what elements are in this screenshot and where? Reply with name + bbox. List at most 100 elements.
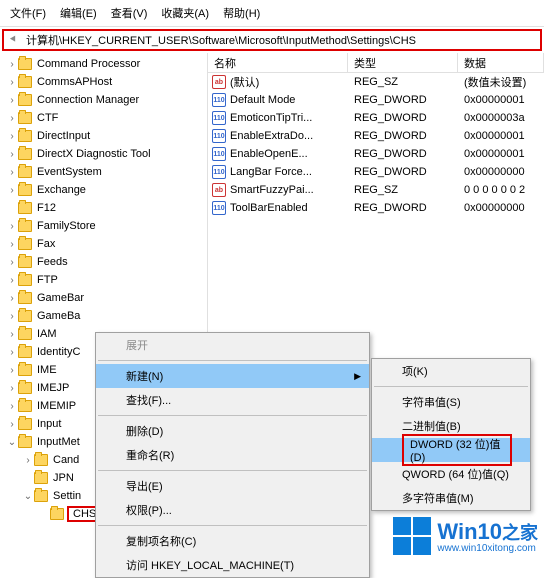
value-data: 0x0000003a [458, 112, 544, 124]
menu-view[interactable]: 查看(V) [106, 3, 153, 23]
tree-label: IAM [35, 328, 59, 340]
value-type: REG_SZ [348, 184, 458, 196]
new-submenu[interactable]: 项(K) 字符串值(S) 二进制值(B) DWORD (32 位)值(D) QW… [371, 358, 531, 511]
tree-item[interactable]: .F12 [0, 199, 207, 217]
tree-item[interactable]: › EventSystem [0, 163, 207, 181]
expand-icon[interactable]: › [6, 167, 18, 178]
list-item[interactable]: 110EnableOpenE...REG_DWORD0x00000001 [208, 145, 544, 163]
value-type: REG_DWORD [348, 94, 458, 106]
ctx-delete[interactable]: 删除(D) [96, 419, 369, 443]
address-bar[interactable]: ⯇ 计算机\HKEY_CURRENT_USER\Software\Microso… [2, 29, 542, 51]
tree-label: Settin [51, 490, 83, 502]
ctx-find[interactable]: 查找(F)... [96, 388, 369, 412]
expand-icon[interactable]: › [6, 131, 18, 142]
value-name: EnableOpenE... [230, 148, 308, 160]
folder-icon [34, 490, 48, 502]
tree-item[interactable]: › FTP [0, 271, 207, 289]
expand-icon[interactable]: › [6, 275, 18, 286]
expand-icon[interactable]: › [6, 113, 18, 124]
expand-icon[interactable]: › [6, 347, 18, 358]
menu-favorites[interactable]: 收藏夹(A) [156, 3, 214, 23]
folder-icon [34, 472, 48, 484]
tree-item[interactable]: ›DirectX Diagnostic Tool [0, 145, 207, 163]
new-dword-value[interactable]: DWORD (32 位)值(D) [372, 438, 530, 462]
expand-icon[interactable]: › [6, 311, 18, 322]
ctx-new[interactable]: 新建(N)▶ [96, 364, 369, 388]
folder-icon [18, 220, 32, 232]
tree-item[interactable]: › Connection Manager [0, 91, 207, 109]
expand-icon[interactable]: › [6, 77, 18, 88]
tree-item[interactable]: ›Exchange [0, 181, 207, 199]
tree-item[interactable]: ›FamilyStore [0, 217, 207, 235]
list-item[interactable]: 110ToolBarEnabledREG_DWORD0x00000000 [208, 199, 544, 217]
ctx-copy-key-name[interactable]: 复制项名称(C) [96, 529, 369, 553]
ctx-rename[interactable]: 重命名(R) [96, 443, 369, 467]
submenu-arrow-icon: ▶ [354, 371, 361, 382]
reg-dword-icon: 110 [212, 165, 226, 179]
column-data[interactable]: 数据 [458, 53, 544, 73]
tree-item[interactable]: ›CTF [0, 109, 207, 127]
expand-icon[interactable]: › [6, 329, 18, 340]
tree-item[interactable]: ›DirectInput [0, 127, 207, 145]
tree-item[interactable]: › CommsAPHost [0, 73, 207, 91]
list-item[interactable]: 110EmoticonTipTri...REG_DWORD0x0000003a [208, 109, 544, 127]
menu-edit[interactable]: 编辑(E) [55, 3, 102, 23]
expand-icon[interactable]: › [6, 383, 18, 394]
tree-label: Connection Manager [35, 94, 141, 106]
expand-icon[interactable]: › [6, 59, 18, 70]
ctx-permissions[interactable]: 权限(P)... [96, 498, 369, 522]
value-data: 0x00000000 [458, 202, 544, 214]
new-string-value[interactable]: 字符串值(S) [372, 390, 530, 414]
tree-item[interactable]: ›Feeds [0, 253, 207, 271]
expand-icon[interactable]: › [6, 419, 18, 430]
tree-item[interactable]: ›GameBar [0, 289, 207, 307]
expand-icon[interactable]: › [6, 221, 18, 232]
list-item[interactable]: 110LangBar Force...REG_DWORD0x00000000 [208, 163, 544, 181]
value-data: 0x00000001 [458, 130, 544, 142]
tree-label: IMEMIP [35, 400, 78, 412]
list-item[interactable]: abSmartFuzzyPai...REG_SZ0 0 0 0 0 0 2 [208, 181, 544, 199]
value-type: REG_DWORD [348, 166, 458, 178]
expand-icon[interactable]: › [6, 95, 18, 106]
new-multi-string-value[interactable]: 多字符串值(M) [372, 486, 530, 510]
expand-icon[interactable]: › [6, 257, 18, 268]
expand-icon[interactable]: ⌄ [22, 491, 34, 502]
tree-label: InputMet [35, 436, 82, 448]
value-name: ToolBarEnabled [230, 202, 308, 214]
tree-label: Command Processor [35, 58, 142, 70]
list-item[interactable]: ab(默认)REG_SZ(数值未设置) [208, 73, 544, 91]
expand-icon[interactable]: › [6, 401, 18, 412]
menu-file[interactable]: 文件(F) [5, 3, 51, 23]
expand-icon[interactable]: › [6, 293, 18, 304]
folder-icon [34, 454, 48, 466]
tree-label: FTP [35, 274, 60, 286]
column-name[interactable]: 名称 [208, 53, 348, 73]
ctx-goto-hklm[interactable]: 访问 HKEY_LOCAL_MACHINE(T) [96, 553, 369, 577]
tree-label: IME [35, 364, 59, 376]
value-data: 0x00000000 [458, 166, 544, 178]
menu-help[interactable]: 帮助(H) [218, 3, 265, 23]
expand-icon[interactable]: › [6, 365, 18, 376]
context-menu[interactable]: 展开 新建(N)▶ 查找(F)... 删除(D) 重命名(R) 导出(E) 权限… [95, 332, 370, 578]
expand-icon[interactable]: › [22, 455, 34, 466]
expand-icon[interactable]: › [6, 185, 18, 196]
new-key[interactable]: 项(K) [372, 359, 530, 383]
list-header[interactable]: 名称 类型 数据 [208, 53, 544, 73]
expand-icon[interactable]: › [6, 149, 18, 160]
ctx-expand: 展开 [96, 333, 369, 357]
expand-icon[interactable]: ⌄ [6, 437, 18, 448]
tree-label: EventSystem [35, 166, 104, 178]
tree-item[interactable]: ›Fax [0, 235, 207, 253]
address-path[interactable]: 计算机\HKEY_CURRENT_USER\Software\Microsoft… [22, 32, 540, 48]
column-type[interactable]: 类型 [348, 53, 458, 73]
list-item[interactable]: 110Default ModeREG_DWORD0x00000001 [208, 91, 544, 109]
tree-label: CommsAPHost [35, 76, 114, 88]
expand-icon[interactable]: › [6, 239, 18, 250]
tree-item[interactable]: › Command Processor [0, 55, 207, 73]
tree-item[interactable]: ›GameBa [0, 307, 207, 325]
folder-icon [18, 382, 32, 394]
list-item[interactable]: 110EnableExtraDo...REG_DWORD0x00000001 [208, 127, 544, 145]
new-qword-value[interactable]: QWORD (64 位)值(Q) [372, 462, 530, 486]
ctx-export[interactable]: 导出(E) [96, 474, 369, 498]
back-icon[interactable]: ⯇ [4, 34, 22, 47]
